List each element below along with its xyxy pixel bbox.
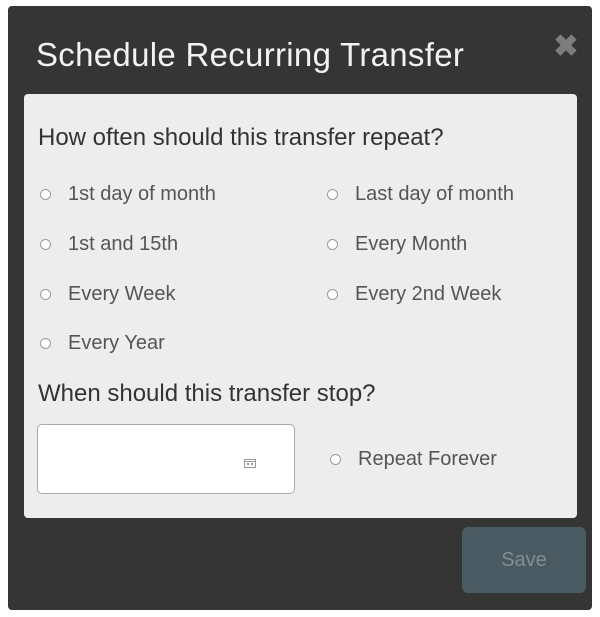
option-label: Every 2nd Week bbox=[355, 283, 502, 305]
option-label: Repeat Forever bbox=[358, 448, 497, 470]
stop-question: When should this transfer stop? bbox=[38, 380, 376, 407]
radio-button[interactable] bbox=[40, 289, 51, 300]
option-label: 1st and 15th bbox=[68, 233, 179, 255]
calendar-icon[interactable] bbox=[244, 458, 256, 468]
frequency-question: How often should this transfer repeat? bbox=[38, 124, 444, 151]
option-every-2nd-week[interactable]: Every 2nd Week bbox=[327, 283, 501, 306]
save-button[interactable]: Save bbox=[462, 527, 586, 593]
option-label: Every Month bbox=[355, 233, 468, 255]
option-last-day-of-month[interactable]: Last day of month bbox=[327, 183, 514, 206]
close-icon[interactable]: ✖ bbox=[553, 32, 579, 62]
end-date-field[interactable] bbox=[37, 424, 295, 494]
dialog-title: Schedule Recurring Transfer bbox=[36, 36, 465, 73]
option-label: Every Week bbox=[68, 283, 176, 305]
radio-button[interactable] bbox=[40, 338, 51, 349]
option-repeat-forever[interactable]: Repeat Forever bbox=[330, 448, 497, 471]
option-every-year[interactable]: Every Year bbox=[40, 332, 165, 355]
dialog-body: How often should this transfer repeat? 1… bbox=[24, 94, 577, 518]
radio-button[interactable] bbox=[327, 189, 338, 200]
option-1st-day-of-month[interactable]: 1st day of month bbox=[40, 183, 216, 206]
option-1st-and-15th[interactable]: 1st and 15th bbox=[40, 233, 178, 256]
end-date-input[interactable] bbox=[46, 445, 240, 475]
radio-button[interactable] bbox=[40, 189, 51, 200]
radio-button[interactable] bbox=[40, 239, 51, 250]
option-label: Last day of month bbox=[355, 183, 514, 205]
radio-button[interactable] bbox=[327, 239, 338, 250]
radio-button[interactable] bbox=[330, 454, 341, 465]
option-label: 1st day of month bbox=[68, 183, 216, 205]
radio-button[interactable] bbox=[327, 289, 338, 300]
option-every-week[interactable]: Every Week bbox=[40, 283, 175, 306]
option-every-month[interactable]: Every Month bbox=[327, 233, 467, 256]
option-label: Every Year bbox=[68, 332, 165, 354]
schedule-transfer-dialog: Schedule Recurring Transfer ✖ How often … bbox=[8, 6, 592, 610]
